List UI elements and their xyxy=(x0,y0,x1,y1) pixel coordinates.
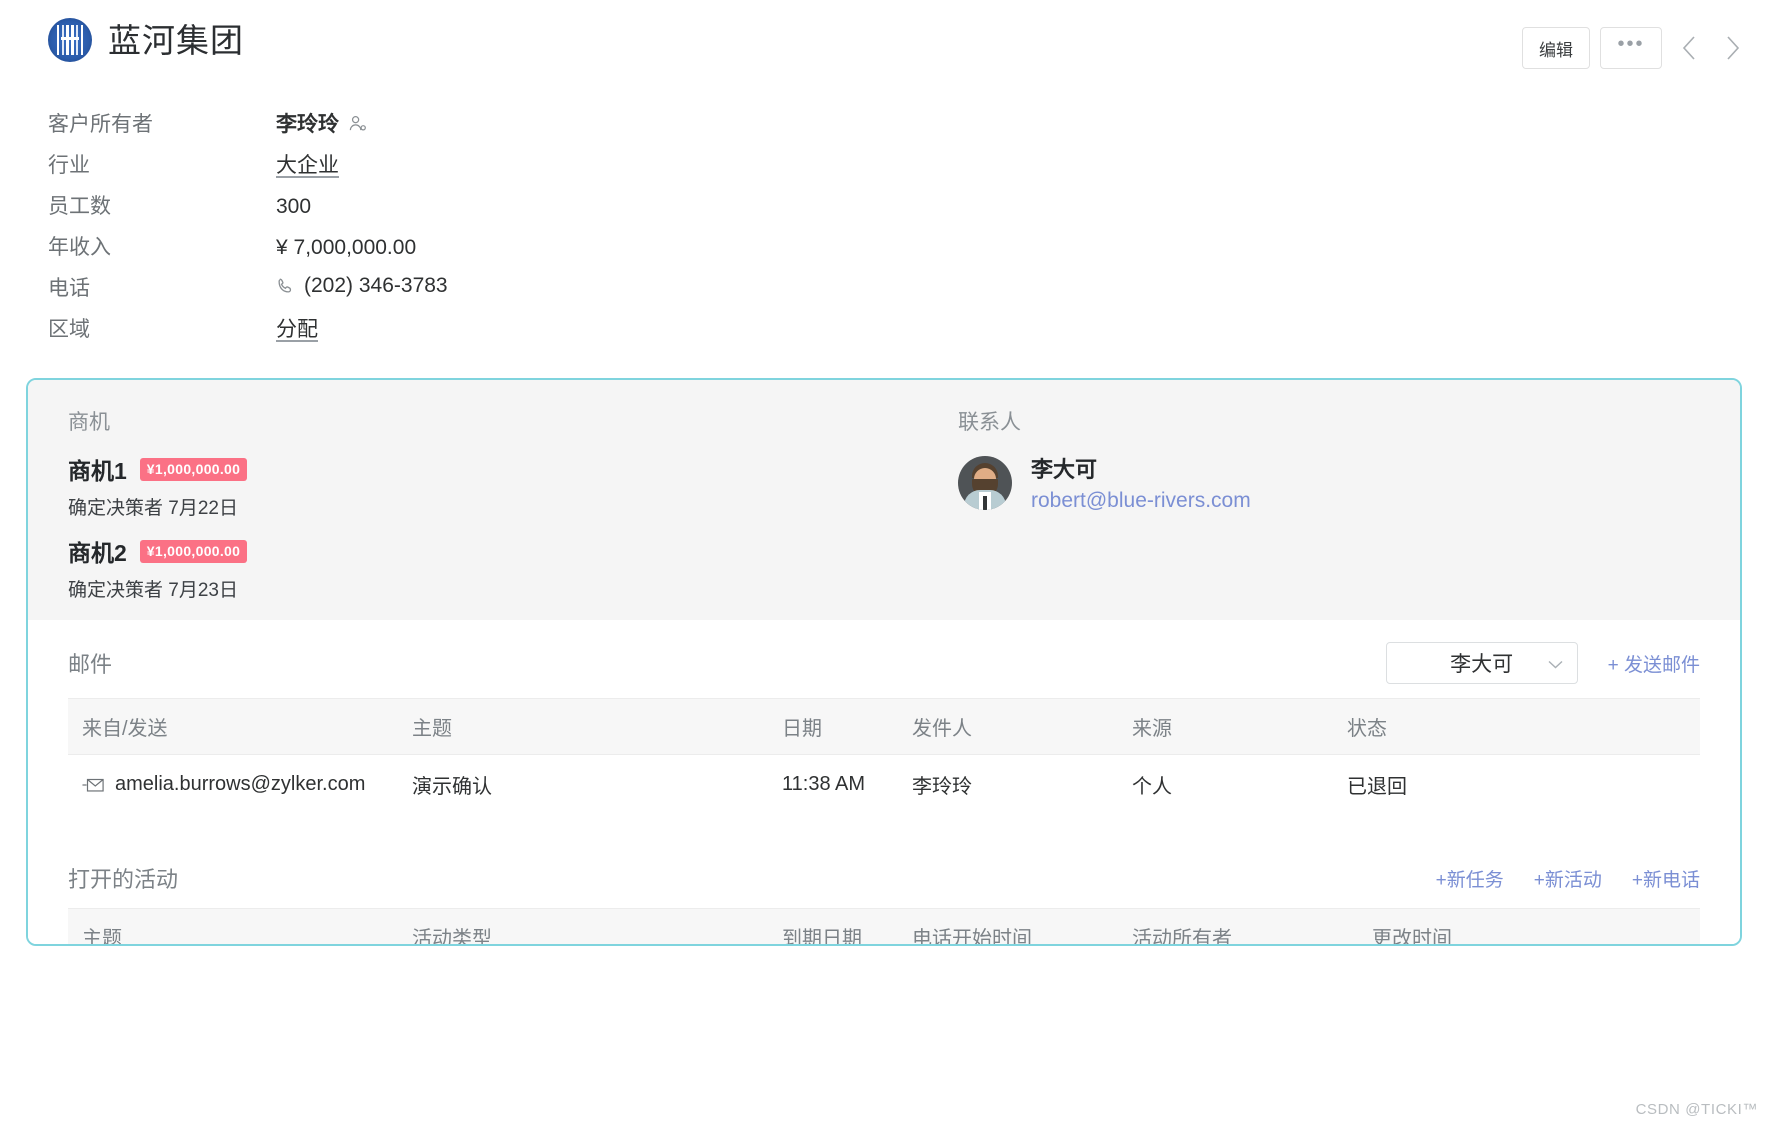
avatar xyxy=(958,456,1012,510)
emails-tools: 李大可 + 发送邮件 xyxy=(1386,642,1700,684)
email-status-cell: 已退回 xyxy=(1333,755,1700,815)
opportunity-header: 商机2 ¥1,000,000.00 xyxy=(68,534,958,568)
field-value-industry[interactable]: 大企业 xyxy=(276,149,339,179)
opportunities-section: 商机 商机1 ¥1,000,000.00 确定决策者 7月22日 商机2 ¥1,… xyxy=(68,406,958,592)
chevron-left-icon[interactable] xyxy=(1672,27,1706,69)
avatar-tie xyxy=(983,496,987,510)
emails-header: 邮件 李大可 + 发送邮件 xyxy=(68,620,1700,698)
column-header[interactable]: 主题 xyxy=(398,699,768,755)
email-contact-select-value: 李大可 xyxy=(1450,648,1513,678)
chevron-down-icon xyxy=(1548,651,1563,675)
email-source-cell: 个人 xyxy=(1118,755,1333,815)
field-label: 电话 xyxy=(48,272,276,302)
opportunity-header: 商机1 ¥1,000,000.00 xyxy=(68,452,958,486)
field-row-owner: 客户所有者 李玲玲 xyxy=(48,108,608,149)
edit-button[interactable]: 编辑 xyxy=(1522,27,1590,69)
activities-title: 打开的活动 xyxy=(68,862,178,894)
contact-text: 李大可 robert@blue-rivers.com xyxy=(1031,452,1251,513)
opportunities-title: 商机 xyxy=(68,406,958,436)
column-header[interactable]: 活动类型 xyxy=(398,909,768,947)
column-header[interactable]: 主题 xyxy=(68,909,398,947)
contact-item: 李大可 robert@blue-rivers.com xyxy=(958,452,1700,513)
opportunity-stage: 确定决策者 7月22日 xyxy=(68,493,958,520)
watermark: CSDN @TICKI™ xyxy=(1636,1101,1758,1118)
user-icon xyxy=(348,114,367,133)
activities-tools: +新任务 +新活动 +新电话 xyxy=(1436,865,1700,892)
email-from-cell: amelia.burrows@zylker.com xyxy=(68,755,398,815)
chevron-right-icon[interactable] xyxy=(1716,27,1750,69)
field-label: 行业 xyxy=(48,149,276,179)
column-header[interactable]: 来自/发送 xyxy=(68,699,398,755)
opportunity-amount-badge: ¥1,000,000.00 xyxy=(140,540,247,563)
field-value: 李玲玲 xyxy=(276,108,367,138)
opportunity-name[interactable]: 商机1 xyxy=(68,452,127,486)
activities-table: 主题 活动类型 到期日期 电话开始时间 活动所有者 更改时间 会议 任务 Jul… xyxy=(68,908,1700,946)
contact-email[interactable]: robert@blue-rivers.com xyxy=(1031,489,1251,513)
email-date-cell: 11:38 AM xyxy=(768,755,898,815)
column-header[interactable]: 来源 xyxy=(1118,699,1333,755)
activities-table-header-row: 主题 活动类型 到期日期 电话开始时间 活动所有者 更改时间 xyxy=(68,909,1700,947)
new-activity-link[interactable]: +新活动 xyxy=(1534,865,1602,892)
related-lists-card: 商机 商机1 ¥1,000,000.00 确定决策者 7月22日 商机2 ¥1,… xyxy=(26,378,1742,946)
phone-number: (202) 346-3783 xyxy=(304,274,448,298)
summary-strip: 商机 商机1 ¥1,000,000.00 确定决策者 7月22日 商机2 ¥1,… xyxy=(28,380,1740,620)
field-label: 员工数 xyxy=(48,190,276,220)
opportunity-name[interactable]: 商机2 xyxy=(68,534,127,568)
column-header[interactable]: 电话开始时间 xyxy=(898,909,1118,947)
column-header[interactable]: 发件人 xyxy=(898,699,1118,755)
opportunity-item: 商机1 ¥1,000,000.00 确定决策者 7月22日 xyxy=(68,452,958,520)
emails-title: 邮件 xyxy=(68,647,112,679)
email-from-wrapper: amelia.burrows@zylker.com xyxy=(82,773,398,796)
emails-table: 来自/发送 主题 日期 发件人 来源 状态 xyxy=(68,698,1700,814)
record-details: 客户所有者 李玲玲 行业 大企业 员工数 300 年收入 ¥ 7,000,000… xyxy=(48,108,608,354)
field-value-territory[interactable]: 分配 xyxy=(276,313,318,343)
field-row-phone: 电话 (202) 346-3783 xyxy=(48,272,608,313)
field-value-phone: (202) 346-3783 xyxy=(276,274,448,298)
section-spacer xyxy=(68,814,1700,840)
column-header[interactable]: 更改时间 xyxy=(1358,909,1700,947)
field-row-industry: 行业 大企业 xyxy=(48,149,608,190)
email-subject-cell[interactable]: 演示确认 xyxy=(398,755,768,815)
column-header[interactable]: 到期日期 xyxy=(768,909,898,947)
field-row-employees: 员工数 300 xyxy=(48,190,608,231)
opportunity-amount-badge: ¥1,000,000.00 xyxy=(140,458,247,481)
page-title: 蓝河集团 xyxy=(108,24,244,57)
page-header: 蓝河集团 编辑 ••• xyxy=(48,18,1750,90)
card-body: 邮件 李大可 + 发送邮件 来自/发 xyxy=(28,620,1740,946)
phone-icon[interactable] xyxy=(276,276,295,295)
column-header[interactable]: 活动所有者 xyxy=(1118,909,1358,947)
more-options-button[interactable]: ••• xyxy=(1600,27,1662,69)
contacts-section: 联系人 李大可 robert@blue-rivers.com xyxy=(958,406,1700,592)
send-email-link[interactable]: + 发送邮件 xyxy=(1608,650,1700,677)
activities-header: 打开的活动 +新任务 +新活动 +新电话 xyxy=(68,840,1700,908)
field-label: 客户所有者 xyxy=(48,108,276,138)
field-row-annual-revenue: 年收入 ¥ 7,000,000.00 xyxy=(48,231,608,272)
contact-name[interactable]: 李大可 xyxy=(1031,452,1251,484)
column-header[interactable]: 日期 xyxy=(768,699,898,755)
email-from-address: amelia.burrows@zylker.com xyxy=(115,773,365,796)
field-label: 区域 xyxy=(48,313,276,343)
header-actions: 编辑 ••• xyxy=(1522,27,1750,69)
column-header[interactable]: 状态 xyxy=(1333,699,1700,755)
opportunity-stage: 确定决策者 7月23日 xyxy=(68,575,958,602)
field-row-territory: 区域 分配 xyxy=(48,313,608,354)
envelope-incoming-icon xyxy=(82,777,104,793)
opportunity-item: 商机2 ¥1,000,000.00 确定决策者 7月23日 xyxy=(68,534,958,602)
field-value-annual-revenue: ¥ 7,000,000.00 xyxy=(276,236,416,260)
email-contact-select[interactable]: 李大可 xyxy=(1386,642,1578,684)
contacts-title: 联系人 xyxy=(958,406,1700,436)
title-row: 蓝河集团 xyxy=(48,18,1750,62)
new-call-link[interactable]: +新电话 xyxy=(1632,865,1700,892)
new-task-link[interactable]: +新任务 xyxy=(1436,865,1504,892)
emails-table-header-row: 来自/发送 主题 日期 发件人 来源 状态 xyxy=(68,699,1700,755)
field-label: 年收入 xyxy=(48,231,276,261)
field-value-employees: 300 xyxy=(276,195,311,219)
email-sender-cell: 李玲玲 xyxy=(898,755,1118,815)
blue-river-logo-icon xyxy=(48,18,92,62)
table-row[interactable]: amelia.burrows@zylker.com 演示确认 11:38 AM … xyxy=(68,755,1700,815)
owner-name[interactable]: 李玲玲 xyxy=(276,108,339,138)
